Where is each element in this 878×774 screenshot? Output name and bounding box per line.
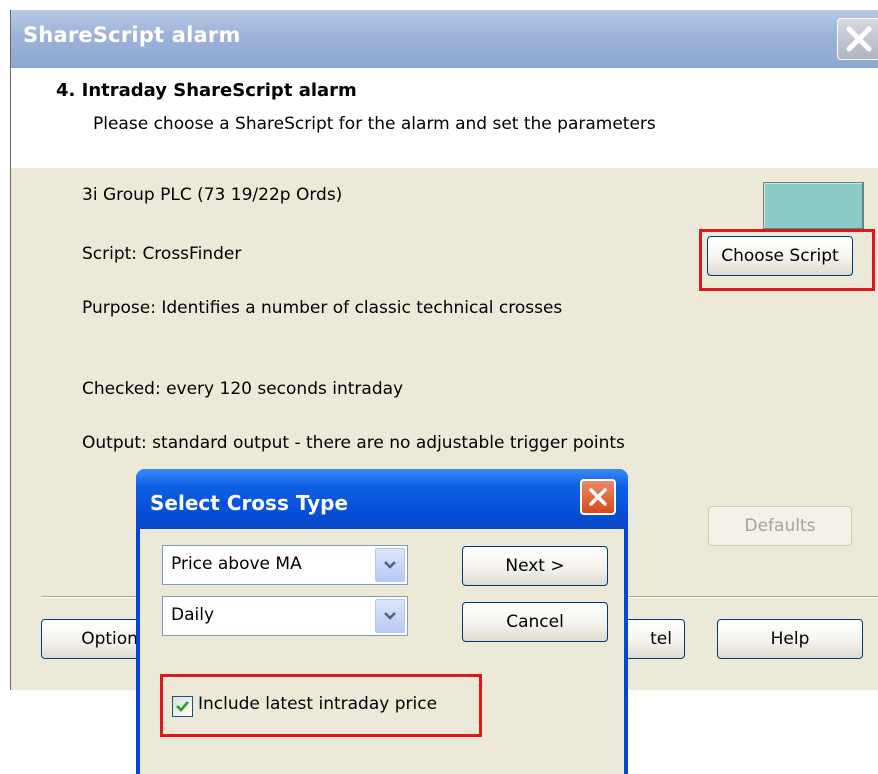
include-intraday-checkbox[interactable] <box>172 696 193 717</box>
output-line: Output: standard output - there are no a… <box>82 433 625 453</box>
cross-dialog-body: Price above MA Daily Next > Cancel Inclu… <box>140 529 624 774</box>
header-panel: 4. Intraday ShareScript alarm Please cho… <box>11 68 878 168</box>
help-button[interactable]: Help <box>717 619 863 659</box>
stock-name: 3i Group PLC (73 19/22p Ords) <box>82 185 343 205</box>
select-cross-type-dialog: Select Cross Type Price above MA Daily N… <box>136 469 628 774</box>
cross-type-dropdown-button[interactable] <box>375 548 405 582</box>
purpose-line: Purpose: Identifies a number of classic … <box>82 298 563 318</box>
close-icon <box>589 488 607 506</box>
screenshot-stage: ShareScript alarm 4. Intraday ShareScrip… <box>0 0 878 774</box>
close-icon <box>846 26 872 52</box>
next-button[interactable]: Next > <box>462 546 608 586</box>
choose-script-button[interactable]: Choose Script <box>707 236 853 276</box>
step-subtitle: Please choose a ShareScript for the alar… <box>93 114 656 134</box>
cancel-cross-button[interactable]: Cancel <box>462 602 608 642</box>
period-select[interactable]: Daily <box>162 596 408 636</box>
chevron-down-icon <box>384 612 396 620</box>
chevron-down-icon <box>384 561 396 569</box>
period-dropdown-button[interactable] <box>375 599 405 633</box>
script-line: Script: CrossFinder <box>82 244 242 264</box>
cross-type-value: Price above MA <box>171 554 302 574</box>
include-intraday-label[interactable]: Include latest intraday price <box>198 694 437 714</box>
cross-dialog-close-button[interactable] <box>580 479 616 515</box>
main-dialog-title: ShareScript alarm <box>23 23 241 47</box>
main-titlebar[interactable]: ShareScript alarm <box>11 10 878 68</box>
main-close-button[interactable] <box>837 18 878 60</box>
cross-dialog-title: Select Cross Type <box>150 491 349 515</box>
defaults-button[interactable]: Defaults <box>708 506 852 546</box>
checked-line: Checked: every 120 seconds intraday <box>82 379 404 399</box>
step-title: 4. Intraday ShareScript alarm <box>56 80 357 101</box>
cross-dialog-titlebar[interactable]: Select Cross Type <box>136 469 628 529</box>
alarm-color-swatch[interactable] <box>763 182 864 230</box>
checkmark-icon <box>176 701 189 712</box>
cross-type-select[interactable]: Price above MA <box>162 545 408 585</box>
period-value: Daily <box>171 605 215 625</box>
